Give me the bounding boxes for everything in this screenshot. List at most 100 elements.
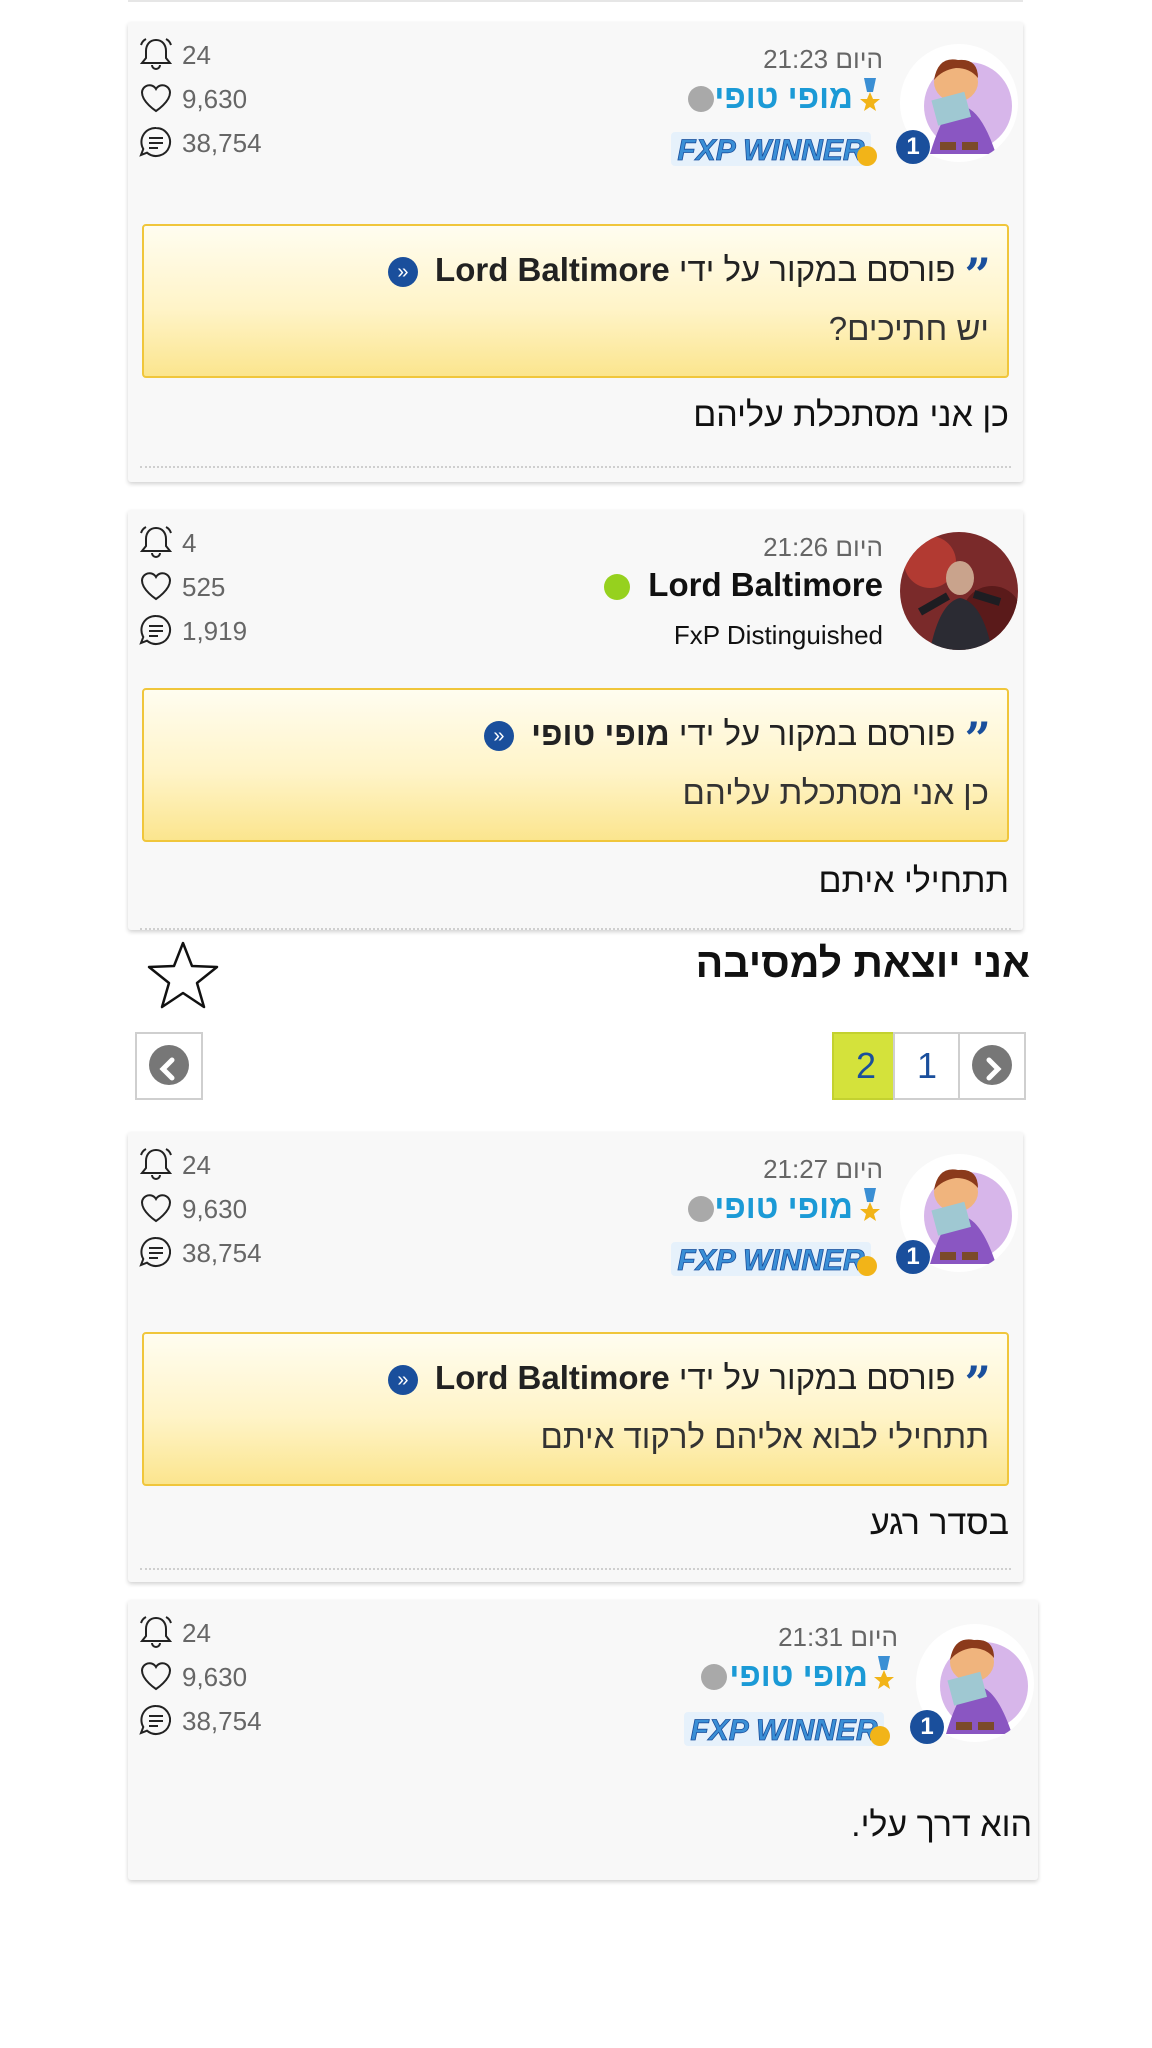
svg-text:FXP WINNER: FXP WINNER [677, 134, 865, 167]
messages-count: 38,754 [182, 1706, 262, 1736]
online-status-dot [604, 574, 630, 600]
quote-box: ” פורסם במקור על ידי Lord Baltimore « יש… [142, 224, 1009, 378]
avatar[interactable] [900, 532, 1018, 650]
bell-count: 24 [182, 1150, 211, 1180]
quote-header-text: פורסם במקור על ידי [678, 251, 956, 288]
quote-header: ” פורסם במקור על ידי Lord Baltimore « [387, 248, 991, 302]
post: 24 9,630 38,754 היום 21:31 מופי טופי 1 F… [128, 1600, 1038, 1880]
likes-stat[interactable]: 525 [138, 566, 298, 610]
bell-icon [139, 1148, 173, 1180]
quote-author-link[interactable]: Lord Baltimore [435, 251, 670, 288]
quote-mark-icon: ” [964, 248, 991, 302]
bell-icon [139, 526, 173, 558]
page-button-1[interactable]: 1 [893, 1032, 961, 1100]
messages-count: 38,754 [182, 128, 262, 158]
post: 4 525 1,919 היום 21:26 Lord Baltimore Fx… [128, 510, 1023, 930]
quote-mark-icon: ” [964, 1356, 991, 1410]
fxp-winner-banner: FXP WINNER [684, 1712, 890, 1747]
message-icon [139, 1236, 171, 1267]
bell-stat[interactable]: 4 [138, 522, 298, 566]
post-message: בסדר רגע [869, 1504, 1009, 1542]
bell-stat[interactable]: 24 [138, 1612, 298, 1656]
heart-icon [140, 84, 172, 113]
chevron-left-icon [149, 1045, 189, 1086]
quote-text: כן אני מסתכלת עליהם [682, 774, 989, 811]
user-title: FxP Distinguished [673, 620, 883, 650]
medal-icon [874, 1656, 894, 1689]
post-time: היום 21:23 [763, 44, 883, 74]
post: 24 9,630 38,754 היום 21:27 מופי טופי 1 F… [128, 1132, 1023, 1582]
fxp-winner-banner: FXP WINNER [671, 1242, 877, 1277]
svg-text:FXP WINNER: FXP WINNER [677, 1244, 865, 1277]
post-stats: 24 9,630 38,754 [138, 34, 298, 166]
username-link[interactable]: מופי טופי [714, 1188, 853, 1226]
username-link[interactable]: מופי טופי [729, 1656, 868, 1694]
quote-text: יש חתיכים? [828, 310, 989, 347]
post-divider [140, 928, 1011, 930]
message-icon [139, 126, 171, 157]
rank-badge: 1 [896, 130, 930, 164]
likes-stat[interactable]: 9,630 [138, 78, 298, 122]
next-page-button[interactable] [958, 1032, 1026, 1100]
likes-stat[interactable]: 9,630 [138, 1656, 298, 1700]
post-message: תתחילי איתם [818, 862, 1009, 900]
post-stats: 24 9,630 38,754 [138, 1144, 298, 1276]
username-link[interactable]: מופי טופי [714, 78, 853, 116]
view-post-arrow-icon[interactable]: « [387, 1365, 418, 1395]
post-divider [140, 1568, 1011, 1570]
quote-header: ” פורסם במקור על ידי מופי טופי « [483, 712, 991, 766]
likes-count: 525 [182, 572, 226, 602]
bell-icon [139, 1616, 173, 1648]
likes-stat[interactable]: 9,630 [138, 1188, 298, 1232]
quote-mark-icon: ” [964, 712, 991, 766]
heart-icon [140, 1662, 172, 1691]
chevron-right-icon [972, 1045, 1012, 1086]
bell-count: 24 [182, 1618, 211, 1648]
medal-icon [860, 78, 880, 111]
offline-status-dot [701, 1664, 727, 1690]
username-link[interactable]: Lord Baltimore [648, 566, 883, 604]
medal-icon [860, 1188, 880, 1221]
view-post-arrow-icon[interactable]: « [387, 257, 418, 287]
view-post-arrow-icon[interactable]: « [483, 721, 514, 751]
quote-text: תתחילי לבוא אליהם לרקוד איתם [540, 1418, 989, 1455]
fxp-winner-banner: FXP WINNER [671, 132, 877, 167]
bell-stat[interactable]: 24 [138, 1144, 298, 1188]
message-icon [139, 614, 171, 645]
messages-stat[interactable]: 1,919 [138, 610, 298, 654]
quote-author-link[interactable]: Lord Baltimore [435, 1359, 670, 1396]
prev-page-button[interactable] [135, 1032, 203, 1100]
dark-warrior-avatar-image [900, 532, 1018, 650]
likes-count: 9,630 [182, 84, 248, 114]
bell-count: 24 [182, 40, 211, 70]
offline-status-dot [688, 86, 714, 112]
messages-stat[interactable]: 38,754 [138, 1232, 298, 1276]
post: 24 9,630 38,754 היום 21:23 מופי טופי 1 F… [128, 22, 1023, 482]
post-time: היום 21:31 [778, 1622, 898, 1652]
post-time: היום 21:26 [763, 532, 883, 562]
star-favorite-icon[interactable] [146, 940, 220, 1010]
heart-icon [140, 1194, 172, 1223]
bell-count: 4 [182, 528, 197, 558]
top-separator [128, 0, 1023, 2]
heart-icon [140, 572, 172, 601]
post-stats: 4 525 1,919 [138, 522, 298, 654]
quote-box: ” פורסם במקור על ידי Lord Baltimore « תת… [142, 1332, 1009, 1486]
post-message: הוא דרך עלי. [851, 1806, 1032, 1844]
rank-badge: 1 [896, 1240, 930, 1274]
offline-status-dot [688, 1196, 714, 1222]
likes-count: 9,630 [182, 1194, 248, 1224]
quote-author-link[interactable]: מופי טופי [531, 715, 670, 752]
quote-header: ” פורסם במקור על ידי Lord Baltimore « [387, 1356, 991, 1410]
svg-text:FXP WINNER: FXP WINNER [690, 1714, 878, 1747]
page-button-2[interactable]: 2 [832, 1032, 900, 1100]
likes-count: 9,630 [182, 1662, 248, 1692]
bell-stat[interactable]: 24 [138, 34, 298, 78]
quote-header-text: פורסם במקור על ידי [678, 1359, 956, 1396]
post-time: היום 21:27 [763, 1154, 883, 1184]
messages-stat[interactable]: 38,754 [138, 122, 298, 166]
thread-title: אני יוצאת למסיבה [695, 940, 1030, 986]
messages-count: 1,919 [182, 616, 248, 646]
post-divider [140, 466, 1011, 468]
messages-stat[interactable]: 38,754 [138, 1700, 298, 1744]
